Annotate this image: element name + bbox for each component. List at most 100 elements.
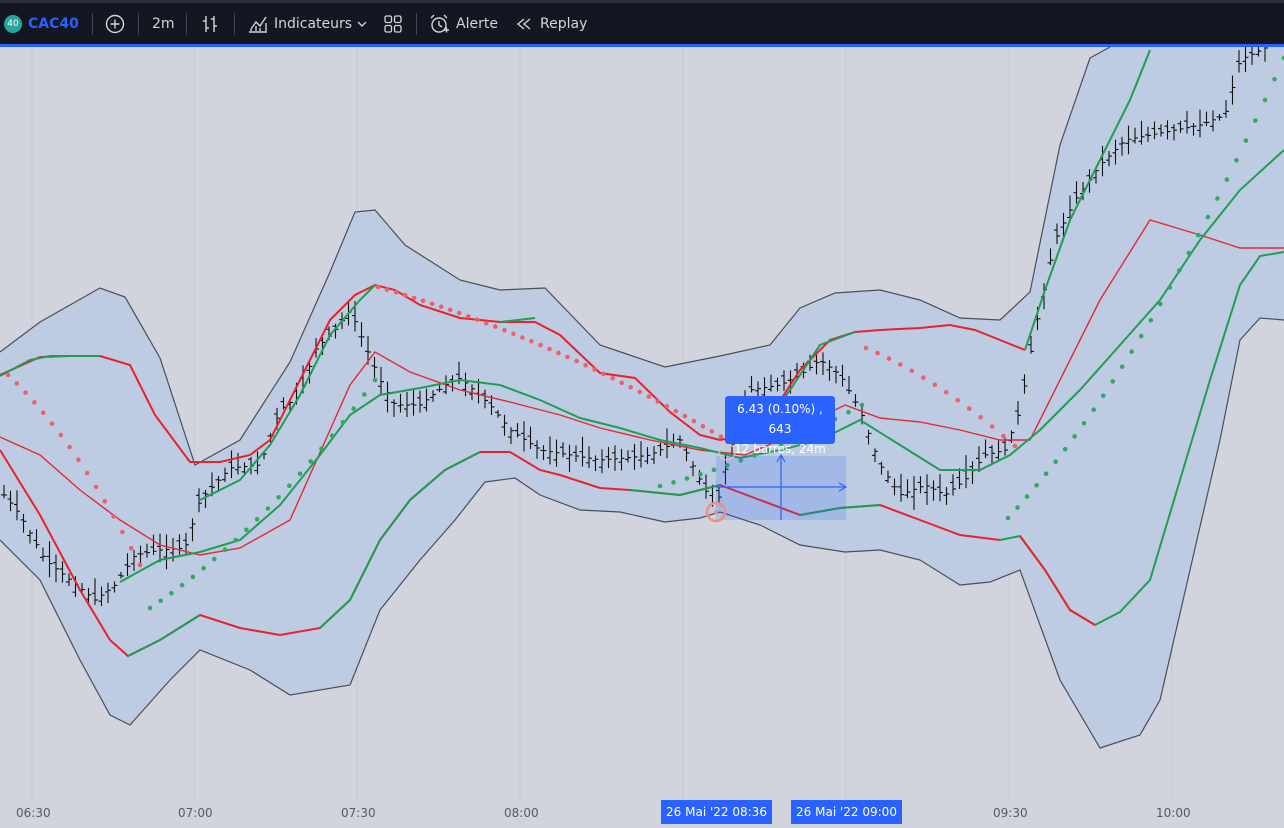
psar-dot — [610, 376, 615, 381]
psar-dot — [673, 408, 679, 414]
psar-dot — [671, 480, 676, 485]
psar-dot — [1138, 333, 1144, 339]
psar-dot — [556, 350, 561, 356]
compare-symbol-button[interactable] — [104, 3, 126, 44]
psar-dot — [1062, 446, 1068, 452]
psar-dot — [1081, 421, 1087, 426]
psar-dot — [1043, 471, 1049, 477]
symbol-badge: 40 — [4, 14, 22, 33]
psar-dot — [329, 433, 335, 439]
psar-dot — [1234, 158, 1239, 163]
psar-dot — [898, 362, 903, 367]
alert-button[interactable]: Alerte — [428, 3, 498, 44]
psar-dot — [601, 371, 606, 377]
psar-dot — [169, 590, 174, 596]
psar-dot — [657, 483, 663, 489]
psar-dot — [84, 470, 90, 476]
psar-dot — [1119, 364, 1125, 370]
psar-dot — [32, 400, 37, 405]
psar-dot — [1253, 118, 1258, 123]
psar-dot — [592, 367, 597, 372]
psar-dot — [655, 399, 661, 404]
psar-dot — [886, 356, 892, 361]
psar-dot — [1196, 232, 1201, 238]
psar-dot — [287, 483, 292, 489]
psar-dot — [1129, 349, 1134, 354]
psar-dot — [372, 377, 378, 383]
psar-dot — [709, 429, 715, 434]
psar-dot — [1167, 285, 1173, 290]
psar-dot — [698, 472, 703, 477]
psar-dot — [190, 574, 196, 580]
measure-start-point-dot — [714, 510, 718, 514]
psar-dot — [1158, 301, 1163, 307]
psar-dot — [201, 565, 206, 571]
psar-dot — [664, 403, 670, 409]
rewind-icon — [516, 17, 531, 30]
symbol-name: CAC40 — [28, 15, 79, 32]
psar-dot — [1015, 505, 1020, 510]
indicators-button[interactable]: Indicateurs — [247, 3, 352, 44]
toolbar-divider — [186, 13, 187, 35]
interval-button[interactable]: 2m — [152, 3, 175, 44]
psar-dot — [244, 527, 249, 533]
psar-dot — [393, 290, 399, 295]
psar-dot — [375, 284, 381, 290]
psar-dot — [966, 406, 972, 411]
psar-dot — [147, 605, 153, 611]
symbol-selector[interactable]: 40 CAC40 — [4, 3, 79, 44]
toolbar-divider — [92, 13, 93, 35]
chart-type-button[interactable] — [199, 3, 221, 44]
psar-dot — [1262, 97, 1268, 103]
alarm-clock-icon — [430, 14, 449, 33]
indicators-dropdown[interactable] — [355, 3, 369, 44]
replay-button[interactable]: Replay — [514, 3, 587, 44]
psar-dot — [212, 556, 217, 562]
psar-dot — [863, 345, 869, 351]
psar-dot — [1186, 250, 1192, 256]
psar-dot — [932, 382, 938, 388]
psar-dot — [646, 394, 652, 399]
psar-dot — [909, 368, 915, 374]
psar-dot — [276, 495, 281, 500]
psar-dot — [58, 432, 64, 438]
psar-dot — [682, 413, 688, 419]
psar-dot — [1110, 379, 1115, 384]
psar-dot — [637, 389, 642, 395]
measure-start-time-label: 26 Mai '22 08:36 — [661, 800, 772, 824]
psar-dot — [493, 324, 498, 329]
psar-dot — [362, 392, 367, 397]
psar-dot — [76, 457, 81, 463]
psar-dot — [619, 380, 624, 386]
time-axis[interactable]: 06:30 07:00 07:30 08:00 09:30 10:00 26 M… — [0, 800, 1284, 828]
psar-dot — [254, 517, 260, 522]
psar-dot — [137, 562, 143, 568]
psar-dot — [128, 545, 134, 551]
psar-dot — [691, 418, 697, 424]
price-chart[interactable] — [0, 47, 1284, 828]
time-tick: 07:00 — [178, 806, 213, 820]
indicators-label: Indicateurs — [274, 15, 353, 32]
psar-dot — [233, 537, 238, 543]
psar-dot — [574, 358, 579, 364]
psar-dot — [502, 327, 507, 333]
add-circle-icon — [105, 14, 125, 33]
measure-price-change: 6.43 (0.10%) , 643 — [737, 402, 823, 436]
bar-chart-type-icon — [203, 15, 217, 32]
psar-dot — [859, 402, 865, 408]
psar-dot — [529, 338, 534, 344]
psar-dot — [1024, 494, 1030, 499]
psar-dot — [538, 342, 543, 348]
psar-dot — [511, 331, 516, 337]
psar-dot — [684, 476, 690, 481]
psar-dot — [921, 375, 926, 380]
psar-dot — [628, 385, 633, 390]
psar-dot — [875, 350, 880, 356]
bollinger-band-fill — [0, 47, 1284, 748]
psar-dot — [1177, 268, 1182, 273]
layout-button[interactable] — [382, 3, 404, 44]
interval-label: 2m — [152, 15, 175, 32]
chevron-down-icon — [357, 21, 367, 27]
psar-dot — [456, 310, 462, 316]
psar-dot — [484, 320, 489, 326]
